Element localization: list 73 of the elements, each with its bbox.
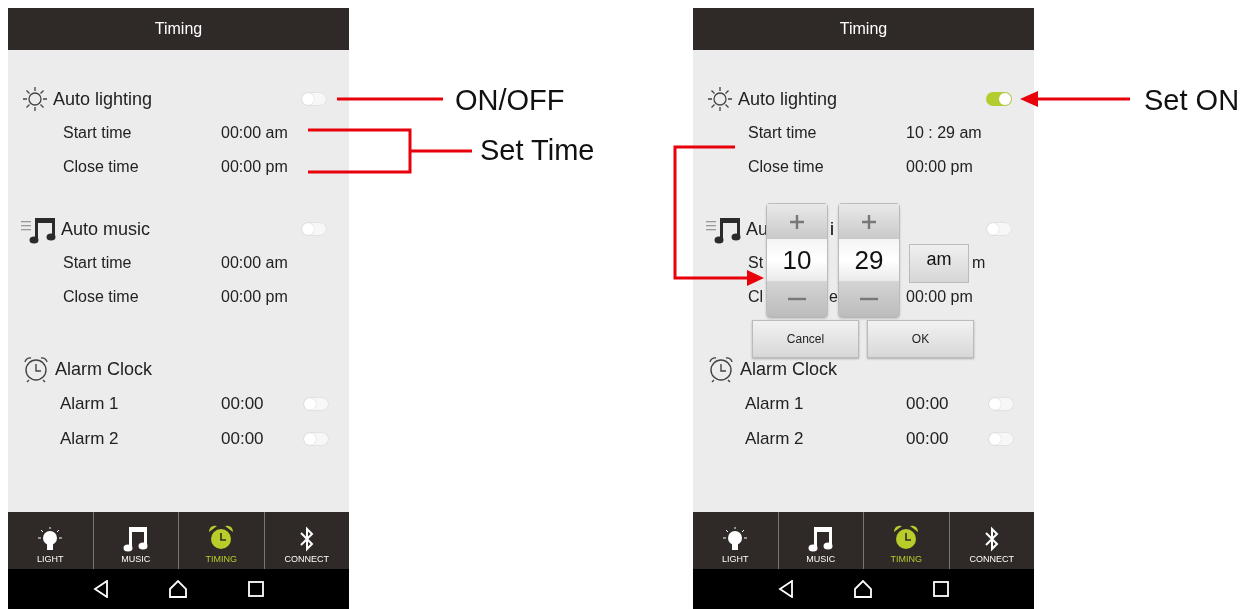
alarm-clock-icon [892,524,921,552]
recents-icon[interactable] [933,581,950,597]
home-icon[interactable] [168,579,189,599]
row-label: Start time [63,124,132,142]
time-value[interactable]: 00:00 [906,428,949,449]
toggle-switch[interactable] [303,431,329,446]
section-title: Auto lighting [738,88,838,110]
sun-icon [21,86,49,112]
section-title: i [830,218,834,240]
hour-spinner[interactable]: 10 [767,204,827,316]
row-label: Alarm 1 [60,393,119,414]
row-label: Alarm 2 [745,428,804,449]
tab[interactable]: LIGHT [8,512,93,569]
tab[interactable]: LIGHT [693,512,778,569]
toggle-switch[interactable] [988,396,1014,411]
back-icon[interactable] [92,580,109,598]
time-value: m [972,254,986,272]
time-value[interactable]: 00:00 am [221,254,288,272]
callout-label: Set Time [480,134,595,167]
alarm-clock-icon [21,355,51,383]
sun-icon [706,86,734,112]
toggle-switch[interactable] [301,222,327,236]
alarm-clock-icon [207,524,236,552]
row-label: Alarm 2 [60,428,119,449]
time-value[interactable]: 10 : 29 am [906,124,982,142]
time-value[interactable]: 00:00 [221,393,264,414]
minute-value: 29 [839,239,899,281]
toggle-switch[interactable] [986,222,1012,236]
minus-icon[interactable] [839,281,899,316]
ok-button[interactable]: OK [867,320,974,358]
section-title: Auto lighting [53,88,153,110]
recents-icon[interactable] [248,581,265,597]
section-title: Alarm Clock [740,358,837,380]
time-value[interactable]: 00:00 pm [906,288,973,306]
row-label: Start time [748,124,817,142]
row-label: Start time [63,254,132,272]
row-label: e [829,288,838,306]
time-value[interactable]: 00:00 pm [906,158,973,176]
row-label: Close time [63,158,139,176]
music-note-icon [807,524,834,552]
hour-value: 10 [767,239,827,281]
plus-icon[interactable] [839,204,899,239]
row-label: Alarm 1 [745,393,804,414]
screen-title: Timing [154,20,203,38]
time-value[interactable]: 00:00 am [221,124,288,142]
callout-label: Set ON [1144,84,1240,117]
callout-label: ON/OFF [455,84,565,117]
minute-spinner[interactable]: 29 [839,204,899,316]
time-value[interactable]: 00:00 [221,428,264,449]
am-pm-button[interactable]: am [909,244,969,283]
minus-icon[interactable] [767,281,827,316]
row-label: Close time [748,158,824,176]
section-title: Auto music [61,218,151,240]
bluetooth-icon [983,526,1000,552]
row-label: Close time [63,288,139,306]
toggle-switch[interactable] [301,92,327,106]
toggle-switch[interactable] [988,431,1014,446]
bluetooth-icon [298,526,315,552]
back-icon[interactable] [777,580,794,598]
alarm-clock-icon [706,355,736,383]
home-icon[interactable] [853,579,874,599]
cancel-button[interactable]: Cancel [752,320,859,358]
row-label: St [748,254,764,272]
time-value[interactable]: 00:00 pm [221,158,288,176]
plus-icon[interactable] [767,204,827,239]
time-value[interactable]: 00:00 [906,393,949,414]
time-value[interactable]: 00:00 pm [221,288,288,306]
row-label: Cl [748,288,764,306]
screen-title: Timing [839,20,888,38]
toggle-switch[interactable] [986,92,1012,106]
music-note-icon [122,524,149,552]
section-title: Alarm Clock [55,358,152,380]
toggle-switch[interactable] [303,396,329,411]
